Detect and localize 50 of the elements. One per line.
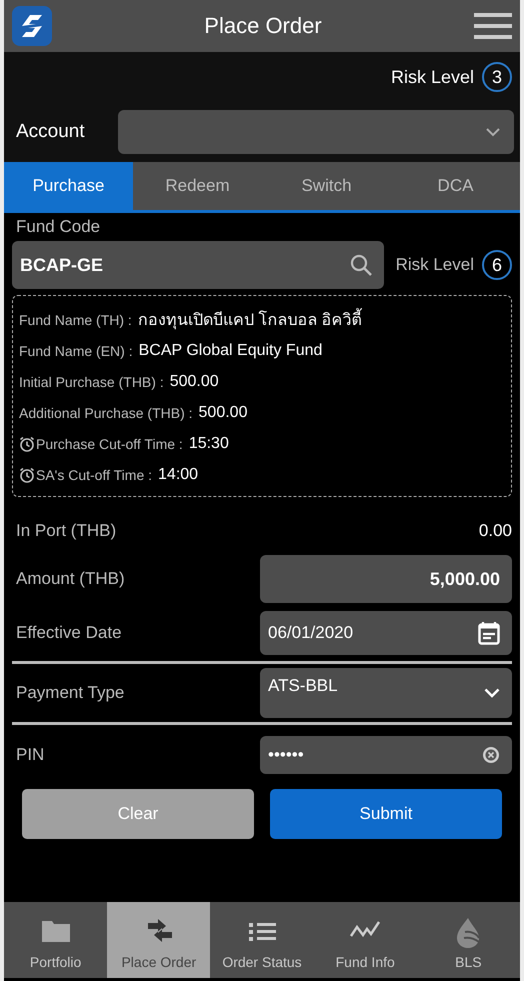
risk-level-label: Risk Level bbox=[390, 66, 474, 88]
tab[interactable]: Switch bbox=[262, 162, 391, 210]
info-label: Additional Purchase (THB) : bbox=[19, 404, 193, 420]
info-value: BCAP Global Equity Fund bbox=[138, 342, 322, 360]
info-value: กองทุนเปิดบีแคป โกลบอล อิควิตี้ bbox=[138, 307, 362, 332]
info-value: 15:30 bbox=[188, 434, 229, 452]
field-label: In Port (THB) bbox=[15, 521, 116, 541]
nav-tab[interactable]: Order Status bbox=[210, 902, 314, 978]
fund-code-field[interactable]: BCAP-GE bbox=[12, 241, 384, 289]
amount-field[interactable]: 5,000.00 bbox=[260, 555, 512, 603]
nav-tab[interactable]: BLS bbox=[416, 902, 520, 978]
info-label: Purchase Cut-off Time : bbox=[36, 436, 183, 452]
date-field[interactable]: 06/01/2020 bbox=[260, 611, 512, 655]
info-label: Fund Name (TH) : bbox=[19, 312, 132, 328]
chevron-down-icon bbox=[484, 688, 500, 698]
page-title: Place Order bbox=[203, 13, 323, 39]
info-label: Fund Name (EN) : bbox=[19, 342, 133, 358]
info-value: 500.00 bbox=[170, 372, 219, 390]
nav-tab[interactable]: Place Order bbox=[107, 902, 210, 978]
clear-icon[interactable] bbox=[482, 746, 500, 764]
calendar-icon[interactable] bbox=[478, 621, 500, 645]
info-value: 500.00 bbox=[198, 404, 248, 422]
search-icon[interactable] bbox=[350, 254, 372, 276]
chevron-down-icon bbox=[486, 128, 500, 136]
tab[interactable]: DCA bbox=[391, 162, 520, 210]
account-label: Account bbox=[16, 121, 86, 143]
info-label: Initial Purchase (THB) : bbox=[19, 374, 164, 390]
nav-tab[interactable]: Fund Info bbox=[314, 902, 417, 978]
info-value: 14:00 bbox=[158, 466, 198, 484]
app-logo bbox=[12, 6, 52, 46]
risk-level-badge: 3 bbox=[482, 62, 512, 92]
tab[interactable]: Purchase bbox=[4, 162, 133, 210]
tab[interactable]: Redeem bbox=[133, 162, 262, 210]
risk-level-badge: 6 bbox=[482, 250, 512, 280]
alarm-clock-icon bbox=[19, 436, 35, 452]
payment-type-dropdown[interactable]: ATS-BBL bbox=[260, 668, 512, 718]
field-label: Payment Type bbox=[15, 683, 124, 703]
field-label: PIN bbox=[15, 745, 44, 765]
field-label: Amount (THB) bbox=[15, 569, 125, 589]
nav-tab[interactable]: Portfolio bbox=[4, 902, 108, 978]
clear-button[interactable]: Clear bbox=[22, 789, 254, 839]
submit-button[interactable]: Submit bbox=[270, 789, 502, 839]
risk-level-label: Risk Level bbox=[396, 255, 474, 275]
in-port-value: 0.00 bbox=[478, 521, 512, 541]
pin-field[interactable]: •••••• bbox=[260, 736, 512, 774]
alarm-clock-icon bbox=[19, 466, 35, 482]
menu-icon[interactable] bbox=[474, 13, 512, 39]
field-label: Effective Date bbox=[15, 623, 122, 643]
fund-code-label: Fund Code bbox=[16, 217, 102, 237]
info-label: SA's Cut-off Time : bbox=[36, 466, 152, 482]
